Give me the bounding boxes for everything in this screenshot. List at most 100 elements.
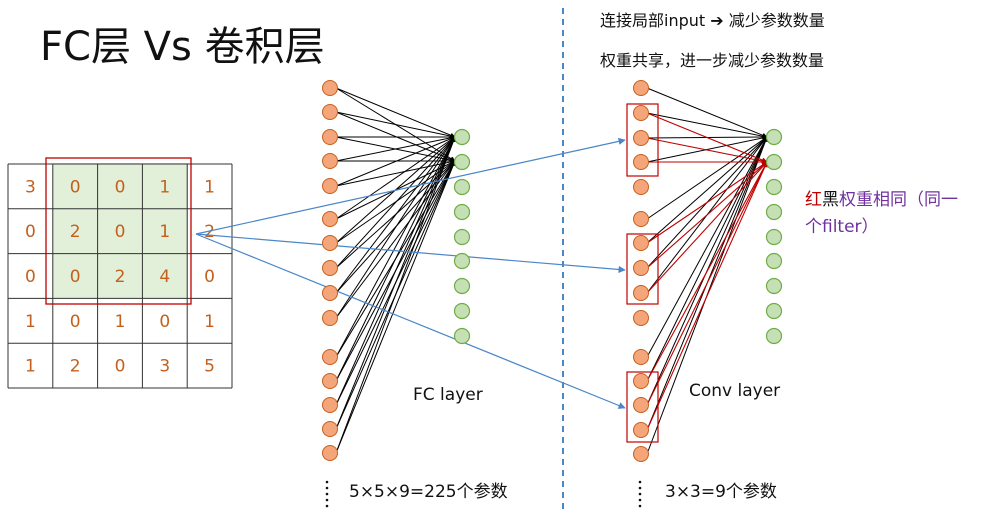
matrix-cell: 0 xyxy=(70,267,81,287)
matrix-cell: 2 xyxy=(70,357,81,377)
input-neuron xyxy=(322,129,338,145)
input-neuron xyxy=(322,373,338,389)
input-neuron xyxy=(322,235,338,251)
output-neuron xyxy=(765,153,783,171)
svg-text:连接局部input ➔ 减少参数数量: 连接局部input ➔ 减少参数数量 xyxy=(600,11,825,30)
matrix-cell: 0 xyxy=(115,222,126,242)
fc-weight-line xyxy=(335,136,456,269)
input-neuron xyxy=(633,446,649,462)
input-arrow xyxy=(195,233,626,274)
fc-weight-line xyxy=(335,111,456,139)
matrix-cell: 0 xyxy=(115,177,126,197)
output-neuron xyxy=(765,327,783,345)
output-neuron xyxy=(453,228,471,246)
conv-shared-weight-line xyxy=(646,161,768,406)
fc-weight-line xyxy=(335,160,456,454)
matrix-cell: 1 xyxy=(115,312,126,332)
fc-params: 5×5×9=225个参数 xyxy=(349,482,508,502)
input-neuron xyxy=(322,397,338,413)
input-neuron xyxy=(322,104,338,120)
matrix-cell: 3 xyxy=(25,177,36,197)
input-neuron xyxy=(633,154,649,170)
output-neuron xyxy=(765,302,783,320)
legend-purple-1: 权重相同（同一 xyxy=(839,190,958,210)
matrix-cell: 1 xyxy=(25,357,36,377)
input-neuron xyxy=(322,349,338,365)
output-neuron xyxy=(453,153,471,171)
input-neuron xyxy=(322,260,338,276)
matrix-cell: 0 xyxy=(115,357,126,377)
fc-weight-line xyxy=(335,136,456,406)
output-neuron xyxy=(765,277,783,295)
input-neuron xyxy=(322,178,338,194)
slide-title: FC层 Vs 卷积层 xyxy=(40,24,325,70)
matrix-cell: 1 xyxy=(159,222,170,242)
notes: 连接局部input ➔ 减少参数数量 权重共享，进一步减少参数数量 xyxy=(600,11,825,70)
conv-caption: Conv layer xyxy=(689,381,780,401)
output-neuron xyxy=(453,203,471,221)
matrix-cell: 0 xyxy=(70,177,81,197)
conv-weight-line xyxy=(646,112,768,139)
input-neuron xyxy=(322,285,338,301)
vertical-ellipsis-icon xyxy=(638,480,642,508)
matrix-cell: 3 xyxy=(159,357,170,377)
input-neuron xyxy=(633,349,649,365)
output-neuron xyxy=(453,302,471,320)
conv-weight-line xyxy=(646,87,768,138)
output-neuron xyxy=(765,252,783,270)
input-neuron xyxy=(633,80,649,96)
input-to-conv-arrows xyxy=(195,137,626,409)
matrix-cell: 0 xyxy=(204,267,215,287)
matrix-cell: 0 xyxy=(25,267,36,287)
legend-black: 黑 xyxy=(822,190,839,210)
matrix-cell: 1 xyxy=(204,177,215,197)
matrix-cell: 4 xyxy=(159,267,170,287)
output-neuron xyxy=(765,228,783,246)
input-neuron xyxy=(633,373,649,389)
vertical-ellipsis-icon xyxy=(325,480,329,508)
output-neuron xyxy=(453,178,471,196)
matrix-cell: 0 xyxy=(70,312,81,332)
matrix-cell: 5 xyxy=(204,357,215,377)
matrix-cell: 0 xyxy=(159,312,170,332)
input-neuron xyxy=(322,153,338,169)
matrix-cell: 2 xyxy=(115,267,126,287)
matrix-cell: 1 xyxy=(159,177,170,197)
input-neuron xyxy=(633,211,649,227)
input-neuron xyxy=(633,260,649,276)
output-neuron xyxy=(453,277,471,295)
input-neuron xyxy=(633,397,649,413)
fc-weight-line xyxy=(335,87,456,138)
input-neuron xyxy=(633,105,649,121)
note-line1-pre: 连接局部input xyxy=(600,11,705,30)
fc-caption: FC layer xyxy=(413,385,483,405)
input-matrix: 3 0 0 1 10 2 0 1 20 0 2 4 01 0 1 0 11 2 0 3 5 xyxy=(7,163,233,389)
conv-weight-line xyxy=(646,136,768,358)
output-neuron xyxy=(453,327,471,345)
input-neuron xyxy=(322,211,338,227)
input-neuron xyxy=(322,80,338,96)
input-neuron xyxy=(633,422,649,438)
fc-weight-line xyxy=(335,136,456,294)
note-line1-post: 减少参数数量 xyxy=(729,11,825,30)
matrix-cell: 2 xyxy=(70,222,81,242)
matrix-cell: 0 xyxy=(25,222,36,242)
input-neuron xyxy=(322,310,338,326)
conv-shared-weight-line xyxy=(646,161,768,382)
input-neuron xyxy=(633,130,649,146)
input-neuron xyxy=(322,445,338,461)
output-neuron xyxy=(453,128,471,146)
conv-params: 3×3=9个参数 xyxy=(665,482,777,502)
legend-red: 红 xyxy=(805,190,822,210)
output-neuron xyxy=(765,178,783,196)
matrix-cell: 1 xyxy=(204,312,215,332)
input-neuron xyxy=(633,285,649,301)
legend-line1: 红黑权重相同（同一 xyxy=(805,190,958,210)
matrix-cell: 1 xyxy=(25,312,36,332)
output-neuron xyxy=(765,203,783,221)
output-neuron xyxy=(453,252,471,270)
legend-purple-2: 个filter） xyxy=(805,217,879,237)
input-neuron xyxy=(322,421,338,437)
output-neuron xyxy=(765,128,783,146)
input-neuron xyxy=(633,179,649,195)
